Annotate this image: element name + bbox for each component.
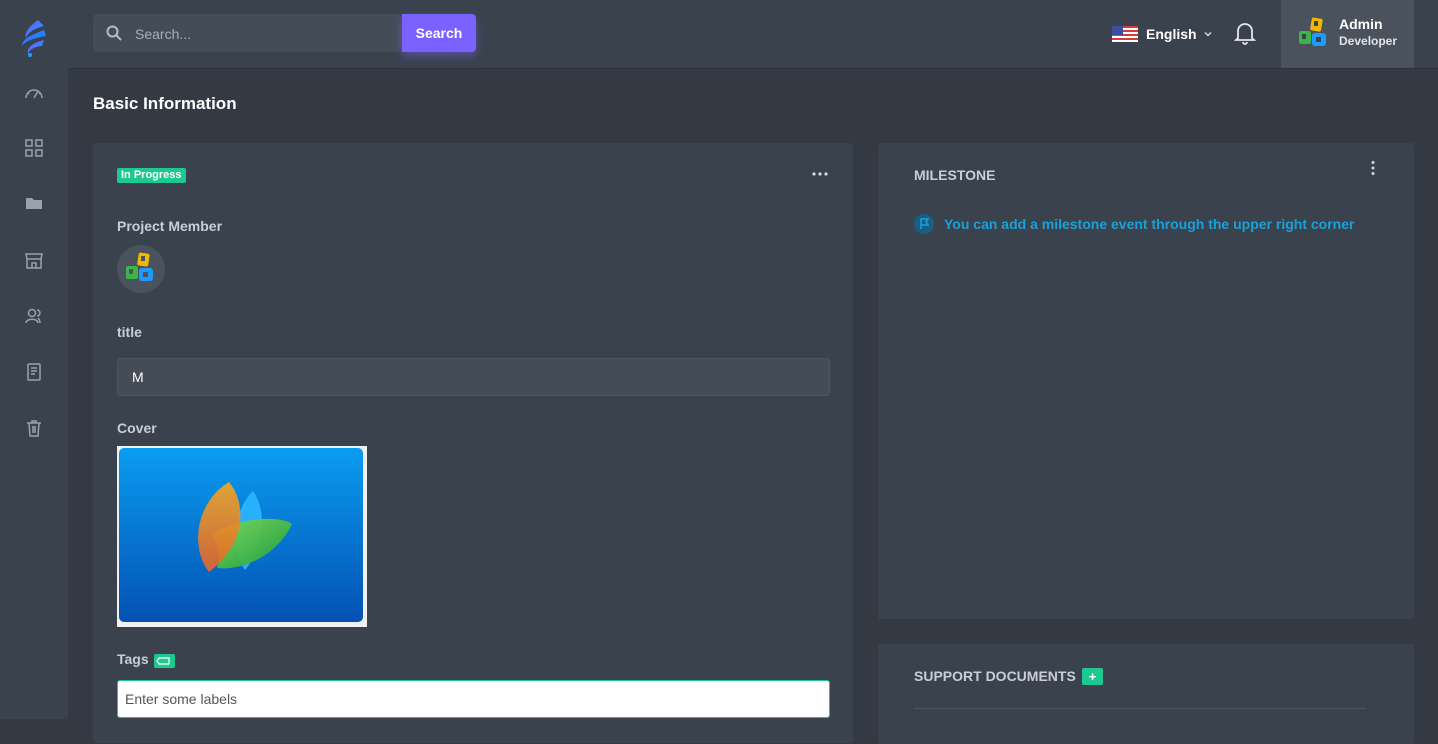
chevron-down-icon	[1204, 31, 1212, 37]
page-title: Basic Information	[93, 94, 237, 113]
project-member-label: Project Member	[117, 218, 223, 234]
notification-bell-icon[interactable]	[1232, 20, 1258, 46]
apps-grid-icon[interactable]	[20, 134, 48, 162]
search-icon	[106, 25, 122, 41]
milestone-hint: You can add a milestone event through th…	[914, 214, 1354, 234]
milestone-card: MILESTONE You can add a milestone event …	[878, 143, 1414, 619]
title-field[interactable]	[117, 358, 830, 396]
divider	[914, 708, 1366, 709]
basic-info-card: In Progress Project Member title Cover	[93, 143, 853, 743]
us-flag-icon	[1112, 26, 1138, 42]
trash-icon[interactable]	[20, 414, 48, 442]
member-avatar[interactable]	[117, 245, 165, 293]
support-documents-card: SUPPORT DOCUMENTS +	[878, 644, 1414, 744]
user-profile[interactable]: Admin Developer	[1281, 0, 1414, 68]
profile-name: Admin	[1339, 16, 1383, 32]
profile-role: Developer	[1339, 34, 1398, 48]
cover-label: Cover	[117, 420, 157, 436]
tags-label: Tags	[117, 651, 149, 667]
avatar	[1299, 17, 1326, 46]
more-vertical-icon[interactable]	[1370, 160, 1376, 176]
top-bar: Search English Admin Developer	[68, 0, 1438, 69]
flag-icon	[914, 214, 934, 234]
sidebar	[0, 0, 68, 719]
title-label: title	[117, 324, 142, 340]
support-documents-title: SUPPORT DOCUMENTS	[914, 668, 1076, 684]
cover-image[interactable]	[117, 446, 367, 627]
add-document-button[interactable]: +	[1082, 668, 1103, 685]
milestone-hint-text: You can add a milestone event through th…	[944, 216, 1355, 232]
status-badge: In Progress	[117, 168, 186, 183]
search-button[interactable]: Search	[402, 14, 476, 52]
tags-input[interactable]	[117, 680, 830, 718]
document-icon[interactable]	[20, 358, 48, 386]
milestone-title: MILESTONE	[914, 167, 996, 183]
search-input[interactable]	[133, 14, 397, 54]
language-selector[interactable]: English	[1112, 22, 1213, 46]
language-label: English	[1146, 26, 1197, 42]
users-icon[interactable]	[20, 302, 48, 330]
app-logo[interactable]	[16, 18, 52, 58]
search-box	[93, 14, 408, 54]
dashboard-gauge-icon[interactable]	[20, 80, 48, 108]
store-icon[interactable]	[20, 246, 48, 274]
folder-icon[interactable]	[20, 189, 48, 217]
tag-icon[interactable]	[154, 654, 175, 668]
more-horizontal-icon[interactable]	[811, 171, 829, 177]
